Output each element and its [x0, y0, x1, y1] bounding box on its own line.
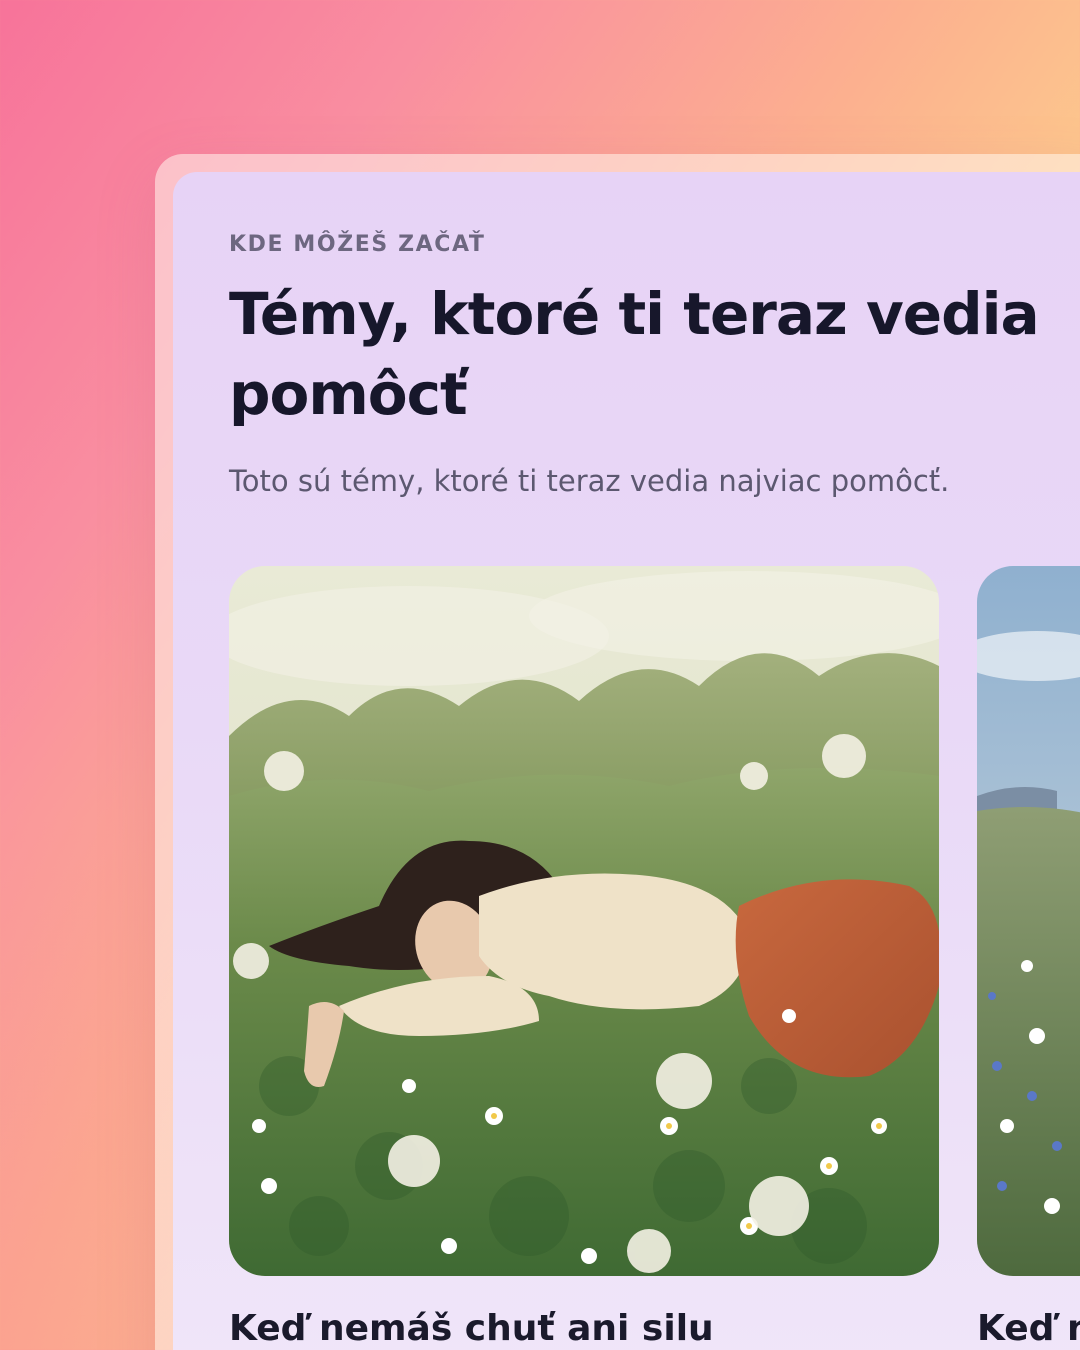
section-subtitle: Toto sú témy, ktoré ti teraz vedia najvi…	[229, 464, 950, 498]
card-illustration	[229, 566, 939, 1276]
card-title: Keď nemáš chuť ani silu	[229, 1308, 714, 1349]
topic-card[interactable]: Keď n	[977, 566, 1080, 1349]
section-title: Témy, ktoré ti teraz vedia pomôcť	[229, 280, 1040, 428]
topic-card[interactable]: Keď nemáš chuť ani silu	[229, 566, 939, 1349]
topics-panel: KDE MÔŽEŠ ZAČAŤ Témy, ktoré ti teraz ved…	[173, 172, 1080, 1350]
card-title: Keď n	[977, 1308, 1080, 1349]
card-illustration	[977, 566, 1080, 1276]
section-eyebrow: KDE MÔŽEŠ ZAČAŤ	[229, 232, 486, 257]
